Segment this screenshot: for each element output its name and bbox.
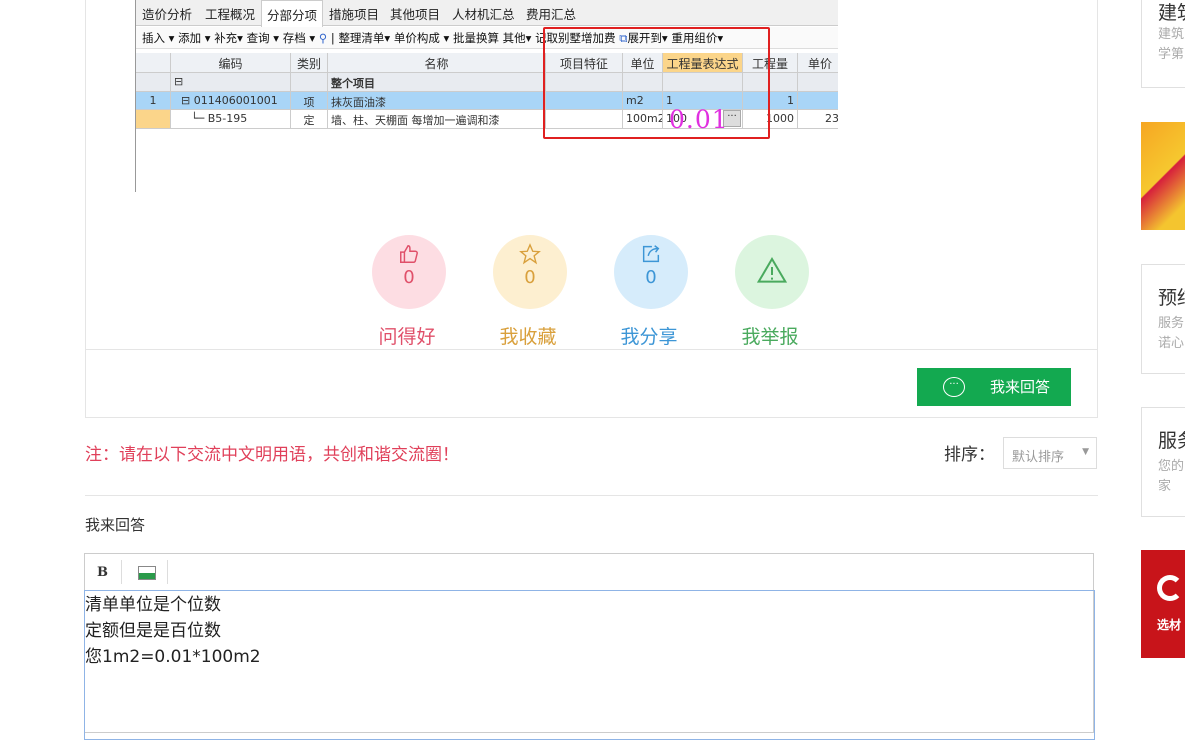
sort-select[interactable]: 默认排序 ▼	[1003, 437, 1097, 469]
sort-value: 默认排序	[1012, 450, 1065, 465]
chat-icon: ···	[943, 377, 965, 397]
reply-textarea[interactable]: 清单单位是个位数 定额但是是百位数 您1m2=0.01*100m2	[84, 590, 1095, 740]
text-line: 定额但是是百位数	[85, 621, 221, 641]
software-tabs: 造价分析 工程概况 分部分项 措施项目 其他项目 人材机汇总 费用汇总	[136, 0, 838, 27]
share-icon	[642, 245, 660, 263]
chevron-down-icon: ▼	[1082, 447, 1089, 457]
toolbar-item: 添加 ▾	[178, 31, 211, 45]
notice-text: 注：请在以下交流中文明用语，共创和谐交流圈！	[85, 445, 459, 465]
sort-label: 排序：	[944, 445, 995, 465]
tab-active: 分部分项	[261, 0, 324, 27]
col-header: 编码	[171, 53, 291, 72]
thumbs-up-icon	[400, 245, 418, 263]
image-icon[interactable]	[138, 566, 156, 580]
sidebar-banner[interactable]	[1141, 122, 1185, 230]
toolbar-item: 批量换算	[452, 31, 499, 45]
cell: └─ B5-195	[171, 110, 291, 128]
share-button[interactable]: 0	[614, 235, 688, 309]
favorite-count: 0	[524, 267, 536, 288]
tab: 其他项目	[390, 7, 441, 22]
sidebar-card-text: 您的	[1158, 459, 1185, 474]
sidebar-card[interactable]: 预结 服务 诺心	[1141, 264, 1185, 374]
toolbar-item: 补充▾	[214, 31, 243, 45]
col-header: 单价	[798, 53, 838, 72]
cell: 1	[136, 91, 171, 109]
cell: 项	[291, 91, 328, 109]
toolbar-item: 存档 ▾	[282, 31, 316, 45]
cell: 抹灰面油漆	[328, 91, 546, 109]
sidebar-card-text: 建筑	[1158, 27, 1185, 42]
toolbar-item: 整理清单▾	[338, 31, 391, 45]
editor-toolbar: B	[85, 554, 1093, 591]
sidebar-card-text: 诺心	[1158, 336, 1185, 351]
text-line: 清单单位是个位数	[85, 595, 221, 615]
star-icon	[519, 243, 541, 265]
like-count: 0	[403, 267, 415, 288]
reply-editor: B 清单单位是个位数 定额但是是百位数 您1m2=0.01*100m2	[84, 553, 1095, 740]
answer-button[interactable]: ··· 我来回答	[917, 368, 1071, 406]
sidebar-card[interactable]: 建筑 建筑 学第	[1141, 0, 1185, 88]
toolbar-item: 单价构成 ▾	[393, 31, 450, 45]
tab: 人材机汇总	[452, 7, 515, 22]
cell: 定	[291, 110, 328, 128]
col-header: 名称	[328, 53, 546, 72]
divider	[85, 495, 1098, 496]
cell: 墙、柱、天棚面 每增加一遍调和漆	[328, 110, 546, 128]
divider	[86, 349, 1097, 350]
binoculars-icon: ⚲	[318, 31, 328, 45]
warning-icon	[756, 257, 788, 283]
toolbar-item: 其他▾	[502, 31, 532, 45]
sidebar-card-text: 学第	[1158, 47, 1185, 62]
tab: 措施项目	[329, 7, 380, 22]
like-button[interactable]: 0	[372, 235, 446, 309]
bold-button[interactable]: B	[97, 565, 108, 580]
banner-text: 选材	[1157, 618, 1182, 632]
sidebar-card-title: 建筑	[1158, 2, 1185, 24]
brand-logo-icon	[1157, 575, 1183, 601]
highlight-box	[543, 27, 770, 139]
col-header: 类别	[291, 53, 328, 72]
sidebar-card-title: 预结	[1158, 287, 1185, 309]
tab: 工程概况	[205, 7, 256, 22]
like-label[interactable]: 问得好	[357, 322, 457, 349]
tab: 造价分析	[142, 7, 193, 22]
cell-code: B5-195	[207, 112, 248, 125]
sidebar-banner[interactable]: 选材	[1141, 550, 1185, 658]
cell-code: 011406001001	[193, 93, 278, 107]
reply-title: 我来回答	[85, 516, 146, 534]
answer-button-label: 我来回答	[990, 378, 1051, 396]
sidebar-card-text: 家	[1158, 479, 1172, 494]
text-line: 您1m2=0.01*100m2	[85, 647, 261, 667]
toolbar-item: 插入 ▾	[142, 31, 175, 45]
tab: 费用汇总	[526, 7, 577, 22]
share-label[interactable]: 我分享	[599, 322, 699, 349]
cell: ⊟ 011406001001	[171, 91, 291, 109]
sidebar-card[interactable]: 服务 您的 家	[1141, 407, 1185, 517]
cell: 整个项目	[328, 73, 546, 91]
report-button[interactable]	[735, 235, 809, 309]
collapse-icon: ⊟	[171, 73, 291, 91]
report-label[interactable]: 我举报	[720, 322, 820, 349]
sidebar-card-title: 服务	[1158, 430, 1185, 452]
favorite-label[interactable]: 我收藏	[478, 322, 578, 349]
sidebar-card-text: 服务	[1158, 316, 1185, 331]
cell: 23	[798, 110, 838, 128]
favorite-button[interactable]: 0	[493, 235, 567, 309]
toolbar-item: 查询 ▾	[246, 31, 280, 45]
share-count: 0	[645, 267, 657, 288]
